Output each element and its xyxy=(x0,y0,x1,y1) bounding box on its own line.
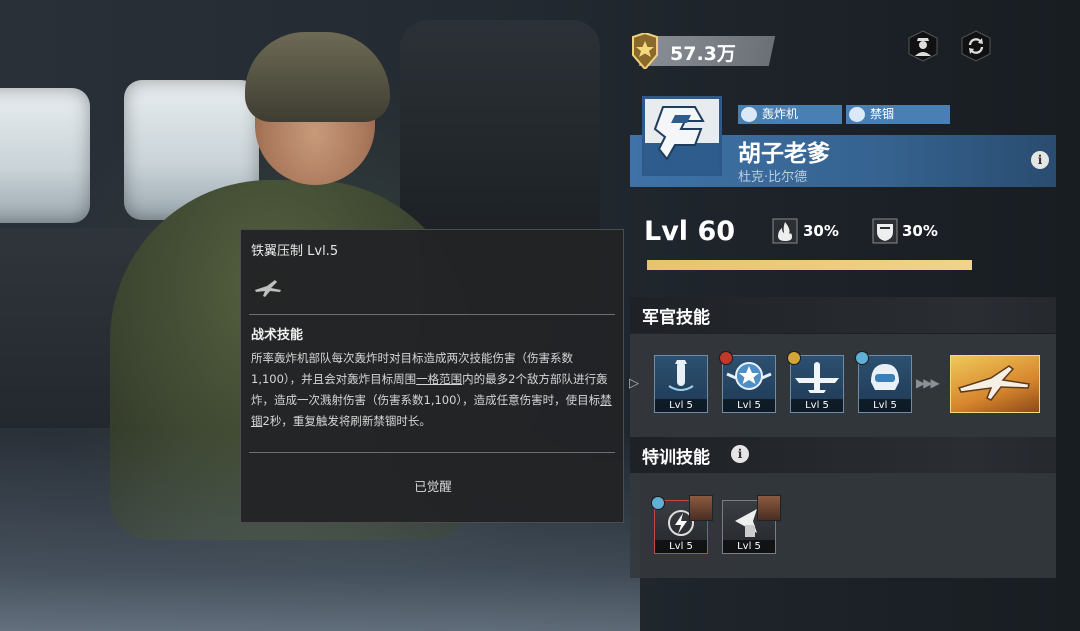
officer-subname: 杜克·比尔德 xyxy=(738,170,808,185)
officer-skills-title: 军官技能 xyxy=(642,308,710,328)
training-skill-slot-1[interactable]: Lvl 5 xyxy=(651,495,713,554)
training-2-portrait xyxy=(757,495,781,521)
ultimate-skill-slot[interactable] xyxy=(950,355,1040,413)
skill-2-badge xyxy=(719,351,733,365)
skill-slot-4[interactable]: Lvl 5 xyxy=(855,351,912,413)
bomb-icon xyxy=(668,360,694,391)
tooltip-title: 铁翼压制 Lvl.5 xyxy=(251,244,339,259)
training-skills-title: 特训技能 xyxy=(642,448,710,468)
attack-flame-icon xyxy=(772,218,798,244)
skill-2-level: Lvl 5 xyxy=(723,399,775,412)
officer-emblem xyxy=(642,96,722,176)
skill-3-badge xyxy=(787,351,801,365)
refresh-icon[interactable] xyxy=(960,30,992,62)
tooltip-description: 所率轰炸机部队每次轰炸时对目标造成两次技能伤害（伤害系数1,100），并且会对轰… xyxy=(251,348,617,432)
skill-3-level: Lvl 5 xyxy=(791,399,843,412)
officer-name: 胡子老爹 xyxy=(738,141,830,167)
tooltip-awakened-status: 已觉醒 xyxy=(414,479,452,494)
xp-progress-fill xyxy=(647,260,972,270)
defense-shield-icon xyxy=(872,218,898,244)
tooltip-divider xyxy=(249,452,615,453)
training-1-badge xyxy=(651,496,665,510)
attack-bonus: 30% xyxy=(803,222,839,240)
skill-4-level: Lvl 5 xyxy=(859,399,911,412)
medal-star-icon xyxy=(632,33,658,69)
skill-slot-2[interactable]: Lvl 5 xyxy=(719,351,776,413)
training-skill-slot-2[interactable]: Lvl 5 xyxy=(722,495,781,554)
tooltip-pointer-icon: ▷ xyxy=(629,376,639,391)
cockpit-window-left xyxy=(0,88,90,223)
training-info-icon[interactable]: i xyxy=(731,445,749,463)
skill-slot-1[interactable]: Lvl 5 xyxy=(654,355,708,413)
tag-imprison-label: 禁锢 xyxy=(870,107,895,121)
bomber-tag-icon xyxy=(741,107,757,122)
skill-chain-arrows: ▶▶▶ xyxy=(916,376,940,390)
defense-bonus: 30% xyxy=(902,222,938,240)
skill-slot-3[interactable]: Lvl 5 xyxy=(787,351,844,413)
skill-tooltip: 铁翼压制 Lvl.5 战术技能 所率轰炸机部队每次轰炸时对目标造成两次技能伤害（… xyxy=(240,229,624,523)
currency-amount: 57.3万 xyxy=(670,43,736,65)
bomber-squadron-icon xyxy=(957,365,1030,401)
officer-info-icon[interactable]: i xyxy=(1031,151,1049,169)
tag-imprison: 禁锢 xyxy=(846,105,950,124)
training-1-portrait xyxy=(689,495,713,521)
desc-keyword-range[interactable]: 一格范围 xyxy=(416,372,462,386)
training-2-level: Lvl 5 xyxy=(723,540,775,553)
desc-text-3: 2秒，重复触发将刷新禁锢时长。 xyxy=(262,414,431,428)
training-1-level: Lvl 5 xyxy=(655,540,707,553)
tag-bomber: 轰炸机 xyxy=(738,105,842,124)
tooltip-divider xyxy=(249,314,615,315)
imprison-tag-icon xyxy=(849,107,865,122)
tag-bomber-label: 轰炸机 xyxy=(762,107,799,121)
eagle-emblem-icon xyxy=(645,106,719,173)
skill-4-badge xyxy=(855,351,869,365)
officer-profile-icon[interactable] xyxy=(907,30,939,62)
skill-1-level: Lvl 5 xyxy=(655,399,707,412)
xp-progress-bar xyxy=(647,260,972,270)
officer-level: Lvl 60 xyxy=(644,216,736,247)
tooltip-section-title: 战术技能 xyxy=(251,328,304,343)
bomber-plane-icon xyxy=(255,280,281,297)
